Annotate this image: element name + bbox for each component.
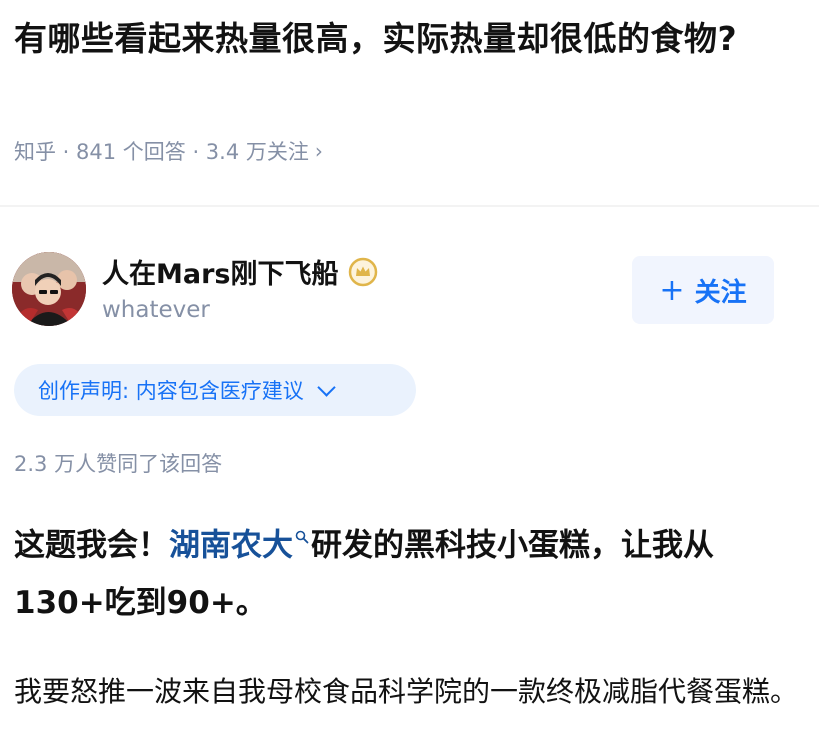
vote-count: 2.3 万人赞同了该回答: [14, 452, 223, 476]
search-link[interactable]: 湖南农大: [169, 527, 293, 563]
question-title[interactable]: 有哪些看起来热量很高，实际热量却很低的食物?: [14, 14, 794, 64]
section-divider: [0, 205, 819, 207]
answer-lead: 这题我会！湖南农大 研发的黑科技小蛋糕，让我从130+吃到90+。: [14, 505, 804, 632]
author-headline: whatever: [102, 297, 210, 323]
answer-body: 我要怒推一波来自我母校食品科学院的一款终极减脂代餐蛋糕。: [14, 675, 799, 708]
question-meta-text: 知乎 · 841 个回答 · 3.4 万关注: [14, 140, 309, 164]
avatar[interactable]: [12, 252, 86, 326]
follow-button[interactable]: + 关注: [632, 256, 774, 324]
answer-lead-start: 这题我会！: [14, 527, 169, 564]
declaration-chip[interactable]: 创作声明: 内容包含医疗建议: [14, 364, 416, 416]
crown-badge-icon[interactable]: [348, 257, 378, 287]
question-meta[interactable]: 知乎 · 841 个回答 · 3.4 万关注 ›: [14, 136, 323, 166]
search-icon[interactable]: [295, 505, 309, 563]
author-name[interactable]: 人在Mars刚下飞船: [102, 252, 338, 291]
declaration-label: 创作声明: 内容包含医疗建议: [38, 379, 304, 403]
follow-label: 关注: [694, 277, 747, 308]
chevron-right-icon: ›: [314, 139, 323, 163]
plus-icon: +: [659, 272, 685, 308]
chevron-down-icon: [317, 377, 336, 397]
author-name-row[interactable]: 人在Mars刚下飞船: [102, 252, 378, 291]
